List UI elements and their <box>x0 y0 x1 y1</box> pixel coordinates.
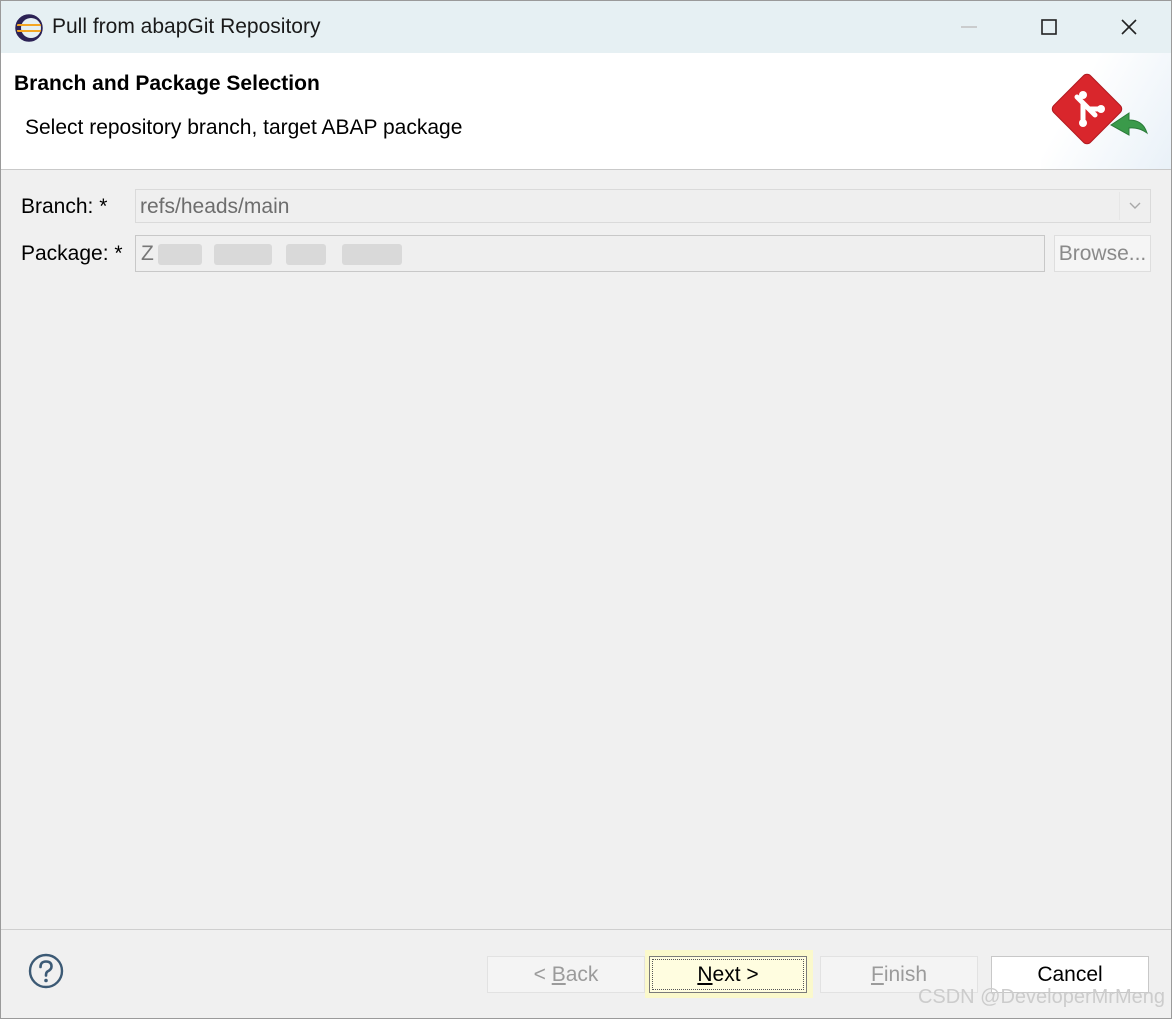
redacted-text <box>342 244 402 265</box>
page-description: Select repository branch, target ABAP pa… <box>25 116 463 139</box>
title-bar: Pull from abapGit Repository <box>1 1 1171 53</box>
browse-button[interactable]: Browse... <box>1054 235 1151 272</box>
redacted-text <box>158 244 202 265</box>
wizard-header: Branch and Package Selection Select repo… <box>1 53 1171 170</box>
package-value: Z <box>141 242 154 265</box>
back-button[interactable]: < Back <box>487 956 645 993</box>
dialog-window: Pull from abapGit Repository Branch and … <box>0 0 1172 1019</box>
minimize-icon <box>961 26 977 28</box>
branch-dropdown-button[interactable] <box>1119 192 1150 220</box>
redacted-text <box>214 244 272 265</box>
git-pull-icon <box>1051 73 1148 145</box>
minimize-button[interactable] <box>929 1 1009 53</box>
branch-combo[interactable]: refs/heads/main <box>135 189 1151 223</box>
maximize-button[interactable] <box>1009 1 1089 53</box>
close-icon <box>1121 19 1137 35</box>
page-title: Branch and Package Selection <box>14 72 320 95</box>
redacted-text <box>286 244 326 265</box>
next-button[interactable]: Next > <box>649 956 807 993</box>
package-label: Package: * <box>21 242 123 265</box>
maximize-icon <box>1041 19 1057 35</box>
package-input[interactable]: Z <box>135 235 1045 272</box>
chevron-down-icon <box>1129 202 1141 209</box>
help-icon[interactable] <box>28 953 64 989</box>
button-bar-divider <box>1 929 1171 930</box>
window-title: Pull from abapGit Repository <box>52 15 321 38</box>
eclipse-icon <box>15 14 43 42</box>
watermark: CSDN @DeveloperMrMeng <box>917 986 1165 1008</box>
branch-label: Branch: * <box>21 195 108 218</box>
close-button[interactable] <box>1089 1 1169 53</box>
branch-value: refs/heads/main <box>140 195 290 218</box>
